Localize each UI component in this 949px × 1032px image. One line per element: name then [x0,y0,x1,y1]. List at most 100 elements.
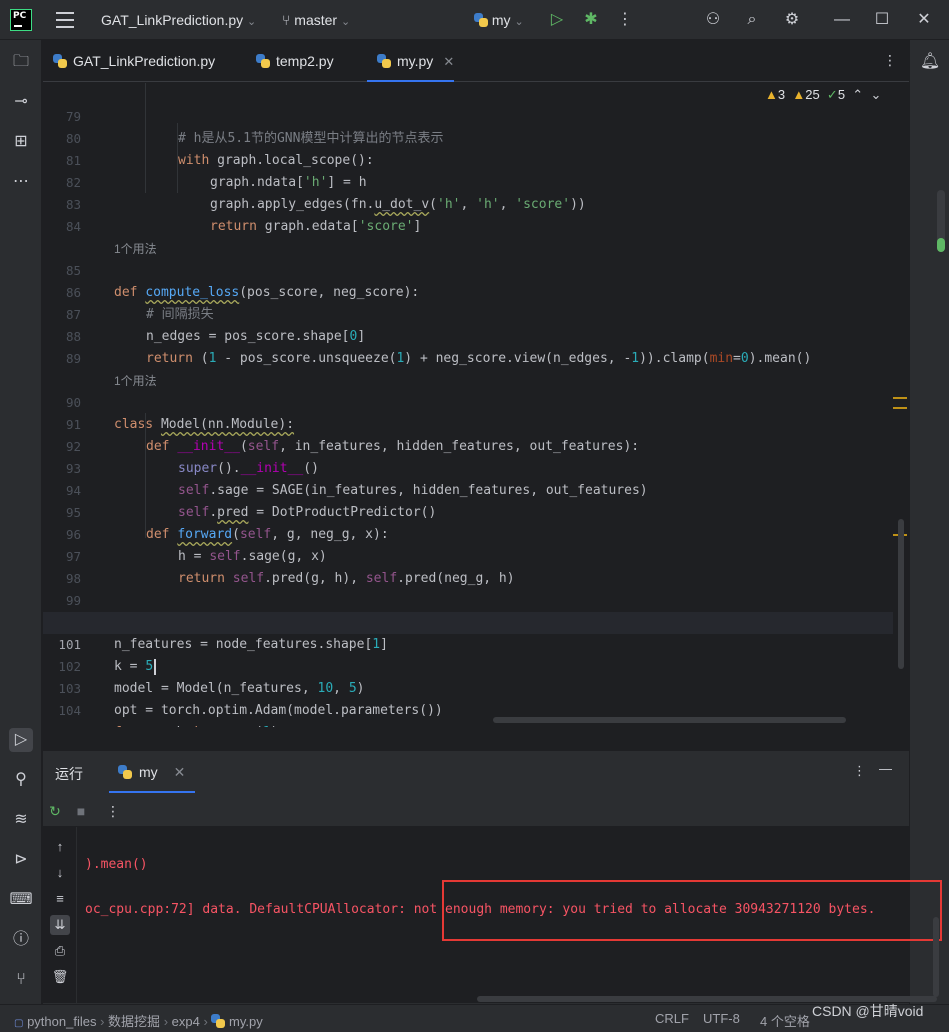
tab-my[interactable]: my.py ✕ [367,40,455,82]
add-user-icon[interactable]: ⚇ [702,10,724,30]
breadcrumb-item[interactable]: exp4 [172,1014,200,1029]
git-icon[interactable]: ⑂ [9,968,33,992]
code-line: 99 node_features = graph.ndata['feature1… [65,593,443,630]
stop-icon[interactable]: ■ [72,802,90,820]
module-icon: ▢ [14,1018,24,1029]
services-icon[interactable]: ⊳ [9,848,33,872]
settings-icon[interactable]: ⚙ [781,10,803,30]
tabs-more-icon[interactable]: ⋮ [883,52,897,69]
editor-vertical-scrollbar[interactable] [898,519,904,669]
code-line: 95 def forward(self, g, neg_g, x): [65,505,389,542]
run-tool-icon[interactable]: ▷ [9,728,33,752]
minimize-icon[interactable]: — [830,8,854,32]
code-line: 100 n_features = node_features.shape[1] [58,615,388,652]
python-packages-icon[interactable]: ⚲ [9,768,33,792]
title-bar: PC GAT_LinkPrediction.py ⌄ ⑂ master ⌄ my… [0,0,949,40]
code-line: 103 opt = torch.optim.Adam(model.paramet… [58,681,443,718]
more-tools-icon[interactable]: ⋯ [9,170,33,194]
python-file-icon [53,54,67,68]
main-menu-icon[interactable] [56,12,74,28]
scroll-up-icon[interactable]: ↑ [50,837,70,857]
code-line-current: 101 k = 5 [43,612,893,675]
run-tool-window: 运行 my ✕ ⋮ — ↻ ■ ⋮ ↑ ↓ ≡ ⇊ ⎙ 🗑︎ ).mean() … [43,750,942,1004]
code-line: 86 # 间隔损失 [65,285,214,322]
code-editor[interactable]: ▲3 ▲25 ✓5 ⌃ ⌄ 79 # h是从5.1节的GNN模型中计算出的节点表… [43,83,909,727]
maximize-icon[interactable]: ☐ [870,8,894,32]
code-line: 91 def __init__(self, in_features, hidde… [65,417,640,454]
breadcrumb-item[interactable]: my.py [229,1014,263,1029]
more-actions-icon[interactable]: ⋮ [614,10,636,30]
warning-stripe[interactable] [893,397,907,399]
code-line: 89 [65,351,81,366]
notifications-icon[interactable]: 🔔︎ [918,50,942,74]
close-run-tab-icon[interactable]: ✕ [174,764,186,780]
close-window-icon[interactable]: ✕ [912,8,936,32]
scroll-down-icon[interactable]: ↓ [50,863,70,883]
code-line: 84 [65,219,81,234]
print-icon[interactable]: ⎙ [50,941,70,961]
clear-console-icon[interactable]: 🗑︎ [50,967,70,987]
tab-gat-linkprediction[interactable]: GAT_LinkPrediction.py [43,40,215,82]
memory-indicator [937,190,945,252]
code-line: 81 graph.ndata['h'] = h [65,153,367,190]
code-line: 83 return graph.edata['score'] [65,197,422,234]
usage-hint[interactable]: 1个用法 [43,216,893,256]
console-line: ).mean() [85,857,148,872]
code-line: 92 super().__init__() [65,439,319,476]
console-output[interactable]: ).mean() oc_cpu.cpp:72] data. DefaultCPU… [77,827,942,1003]
run-tab-my[interactable]: my ✕ [109,751,196,793]
code-line: 96 h = self.sage(g, x) [65,527,327,564]
soft-wrap-icon[interactable]: ≡ [50,889,70,909]
debug-icon[interactable]: ✱ [580,10,602,30]
terminal-icon[interactable]: ⌨ [9,888,33,912]
code-line: 85 def compute_loss(pos_score, neg_score… [65,263,420,300]
code-line: 82 graph.apply_edges(fn.u_dot_v('h', 'h'… [65,175,586,212]
run-config-selector[interactable]: my ⌄ [474,12,524,28]
python-file-icon [377,54,391,68]
run-header: 运行 my ✕ ⋮ — [43,751,909,793]
python-file-icon [256,54,270,68]
run-options-icon[interactable]: ⋮ [853,763,866,779]
python-file-icon [211,1014,226,1028]
structure-icon[interactable]: ⊞ [9,130,33,154]
code-line: 87 n_edges = pos_score.shape[0] [65,307,366,344]
right-tool-strip: 🔔︎ [909,40,949,1004]
scroll-to-end-icon[interactable]: ⇊ [50,915,70,935]
code-line: 94 self.pred = DotProductPredictor() [65,483,437,520]
project-widget[interactable]: GAT_LinkPrediction.py ⌄ [101,12,256,28]
breadcrumb-item[interactable]: 数据挖掘 [108,1014,160,1029]
problems-icon[interactable]: ⓘ [9,928,33,952]
status-bar: ▢ python_files › 数据挖掘 › exp4 › my.py CRL… [0,1004,949,1032]
vcs-branch-widget[interactable]: ⑂ master ⌄ [282,12,350,28]
left-tool-strip: 🗀 ⊸ ⊞ ⋯ ▷ ⚲ ≋ ⊳ ⌨ ⓘ ⑂ [0,40,42,1004]
pycharm-logo-icon[interactable]: PC [10,9,32,31]
rerun-icon[interactable]: ↻ [46,802,64,820]
line-ending[interactable]: CRLF [655,1011,689,1026]
console-vertical-scrollbar[interactable] [933,917,939,997]
code-line: 97 return self.pred(g, h), self.pred(neg… [65,549,515,586]
breadcrumb-item[interactable]: python_files [27,1014,96,1029]
indent-setting[interactable]: 4 个空格 [760,1011,810,1030]
warning-stripe[interactable] [893,407,907,409]
layers-icon[interactable]: ≋ [9,808,33,832]
code-line: 93 self.sage = SAGE(in_features, hidden_… [65,461,648,498]
hide-panel-icon[interactable]: — [879,761,892,776]
run-panel-title: 运行 [55,766,83,782]
run-icon[interactable]: ▷ [546,10,568,30]
editor-horizontal-scrollbar[interactable] [493,717,846,723]
watermark: CSDN @甘晴void [812,1003,924,1019]
python-icon [118,765,132,779]
commit-icon[interactable]: ⊸ [9,90,33,114]
more-icon[interactable]: ⋮ [104,802,122,820]
error-highlight-box [442,880,942,941]
project-folder-icon[interactable]: 🗀 [9,50,33,74]
editor-tabs: GAT_LinkPrediction.py temp2.py my.py ✕ ⋮ [43,40,909,82]
code-line: 90 class Model(nn.Module): [65,395,295,432]
file-encoding[interactable]: UTF-8 [703,1011,740,1026]
python-icon [474,13,488,27]
tab-temp2[interactable]: temp2.py [246,40,334,82]
code-line: 104 for epoch in range(1): [58,703,286,727]
search-icon[interactable]: ⌕ [741,10,763,30]
close-tab-icon[interactable]: ✕ [443,54,454,69]
usage-hint[interactable]: 1个用法 [43,348,893,388]
